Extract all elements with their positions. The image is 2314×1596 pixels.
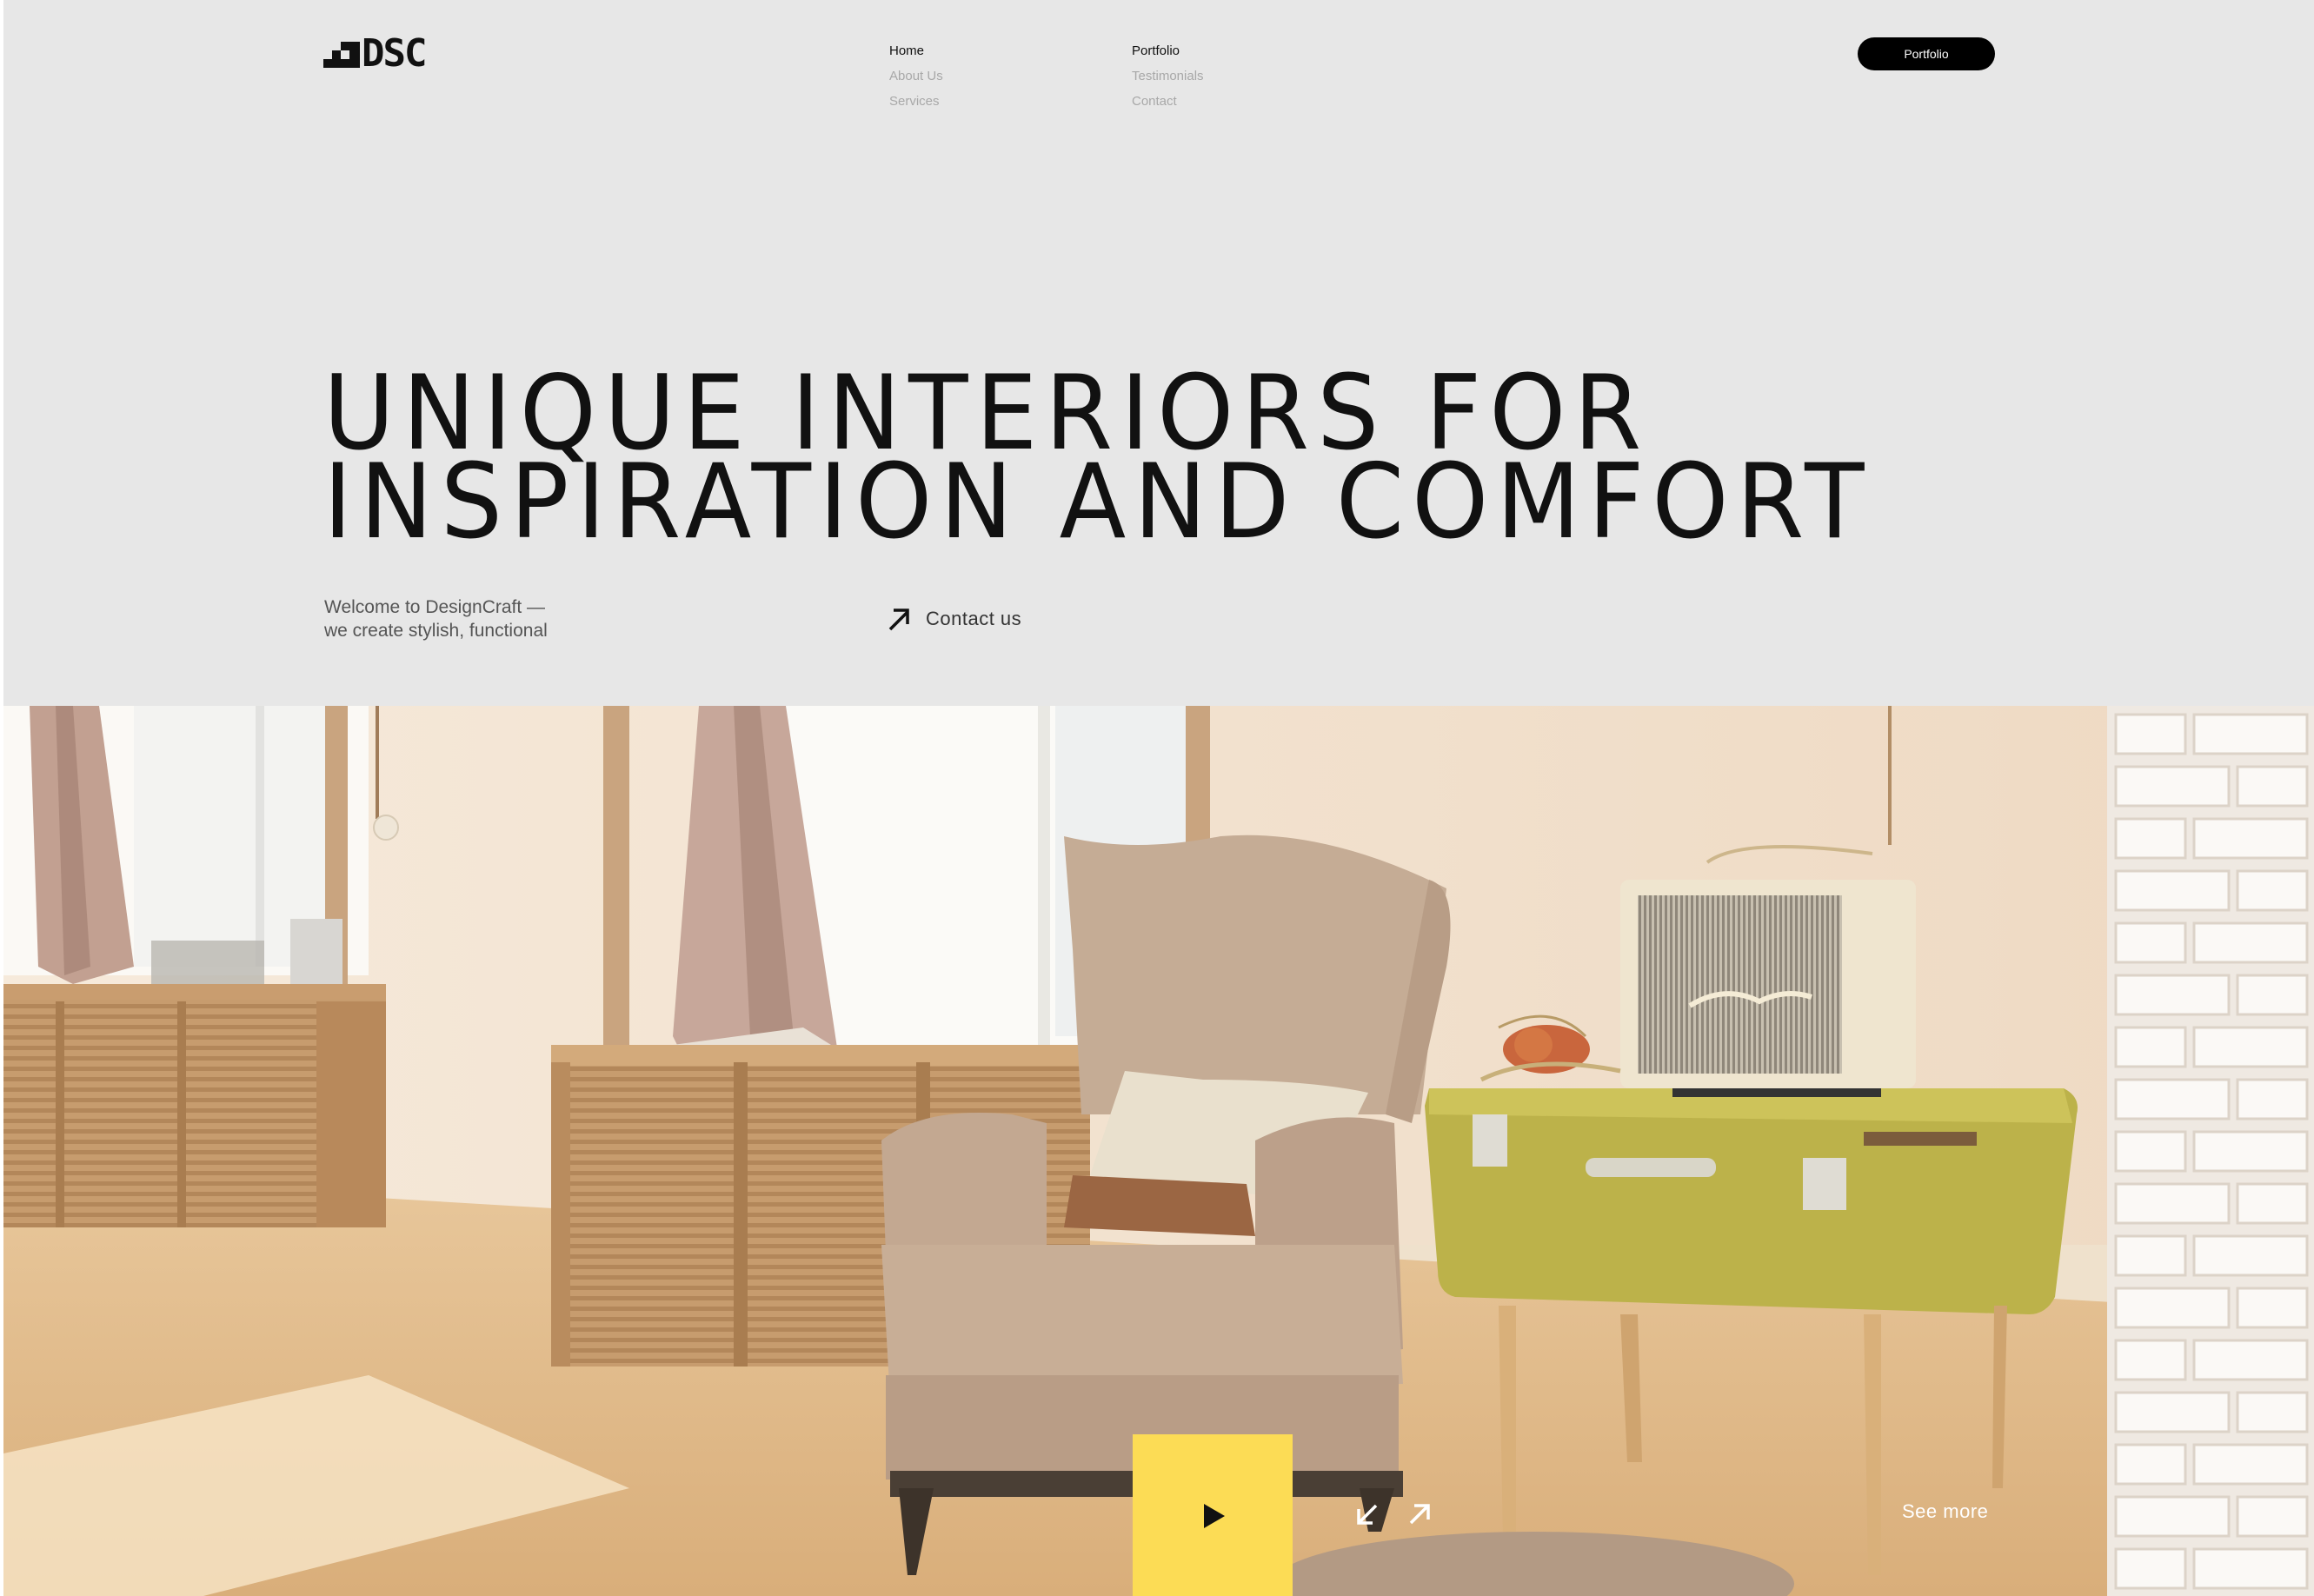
page: DSC Home About Us Services Portfolio Tes… xyxy=(0,0,2314,1596)
arrow-up-right-icon[interactable] xyxy=(1407,1502,1432,1526)
hero-intro-line-1: Welcome to DesignCraft — xyxy=(324,597,546,617)
arrow-down-left-icon[interactable] xyxy=(1355,1502,1380,1526)
contact-us-link[interactable]: Contact us xyxy=(886,606,1021,632)
logo-pixel-icon xyxy=(323,37,360,71)
nav-column-1: Home About Us Services xyxy=(889,38,943,114)
hero-intro-line-2: we create stylish, functional xyxy=(324,621,548,641)
hero-headline: UNIQUE INTERIORS FOR INSPIRATION AND COM… xyxy=(323,362,1872,562)
nav-link-contact[interactable]: Contact xyxy=(1132,89,1204,114)
portfolio-button[interactable]: Portfolio xyxy=(1858,37,1995,70)
hero-headline-line-2: INSPIRATION AND COMFORT xyxy=(323,442,1872,562)
hero-intro: Welcome to DesignCraft — we create styli… xyxy=(324,595,548,642)
see-more-link[interactable]: See more xyxy=(1902,1500,1988,1523)
logo-text: DSC xyxy=(362,31,427,76)
nav-link-portfolio[interactable]: Portfolio xyxy=(1132,38,1204,63)
nav-link-testimonials[interactable]: Testimonials xyxy=(1132,63,1204,89)
play-video-button[interactable] xyxy=(1133,1434,1293,1596)
logo[interactable]: DSC xyxy=(323,31,427,76)
arrow-up-right-icon xyxy=(888,608,909,631)
play-icon xyxy=(1204,1504,1225,1528)
nav-column-2: Portfolio Testimonials Contact xyxy=(1132,38,1204,114)
nav-link-services[interactable]: Services xyxy=(889,89,943,114)
nav-link-home[interactable]: Home xyxy=(889,38,943,63)
nav-link-about-us[interactable]: About Us xyxy=(889,63,943,89)
contact-us-label: Contact us xyxy=(926,608,1022,629)
